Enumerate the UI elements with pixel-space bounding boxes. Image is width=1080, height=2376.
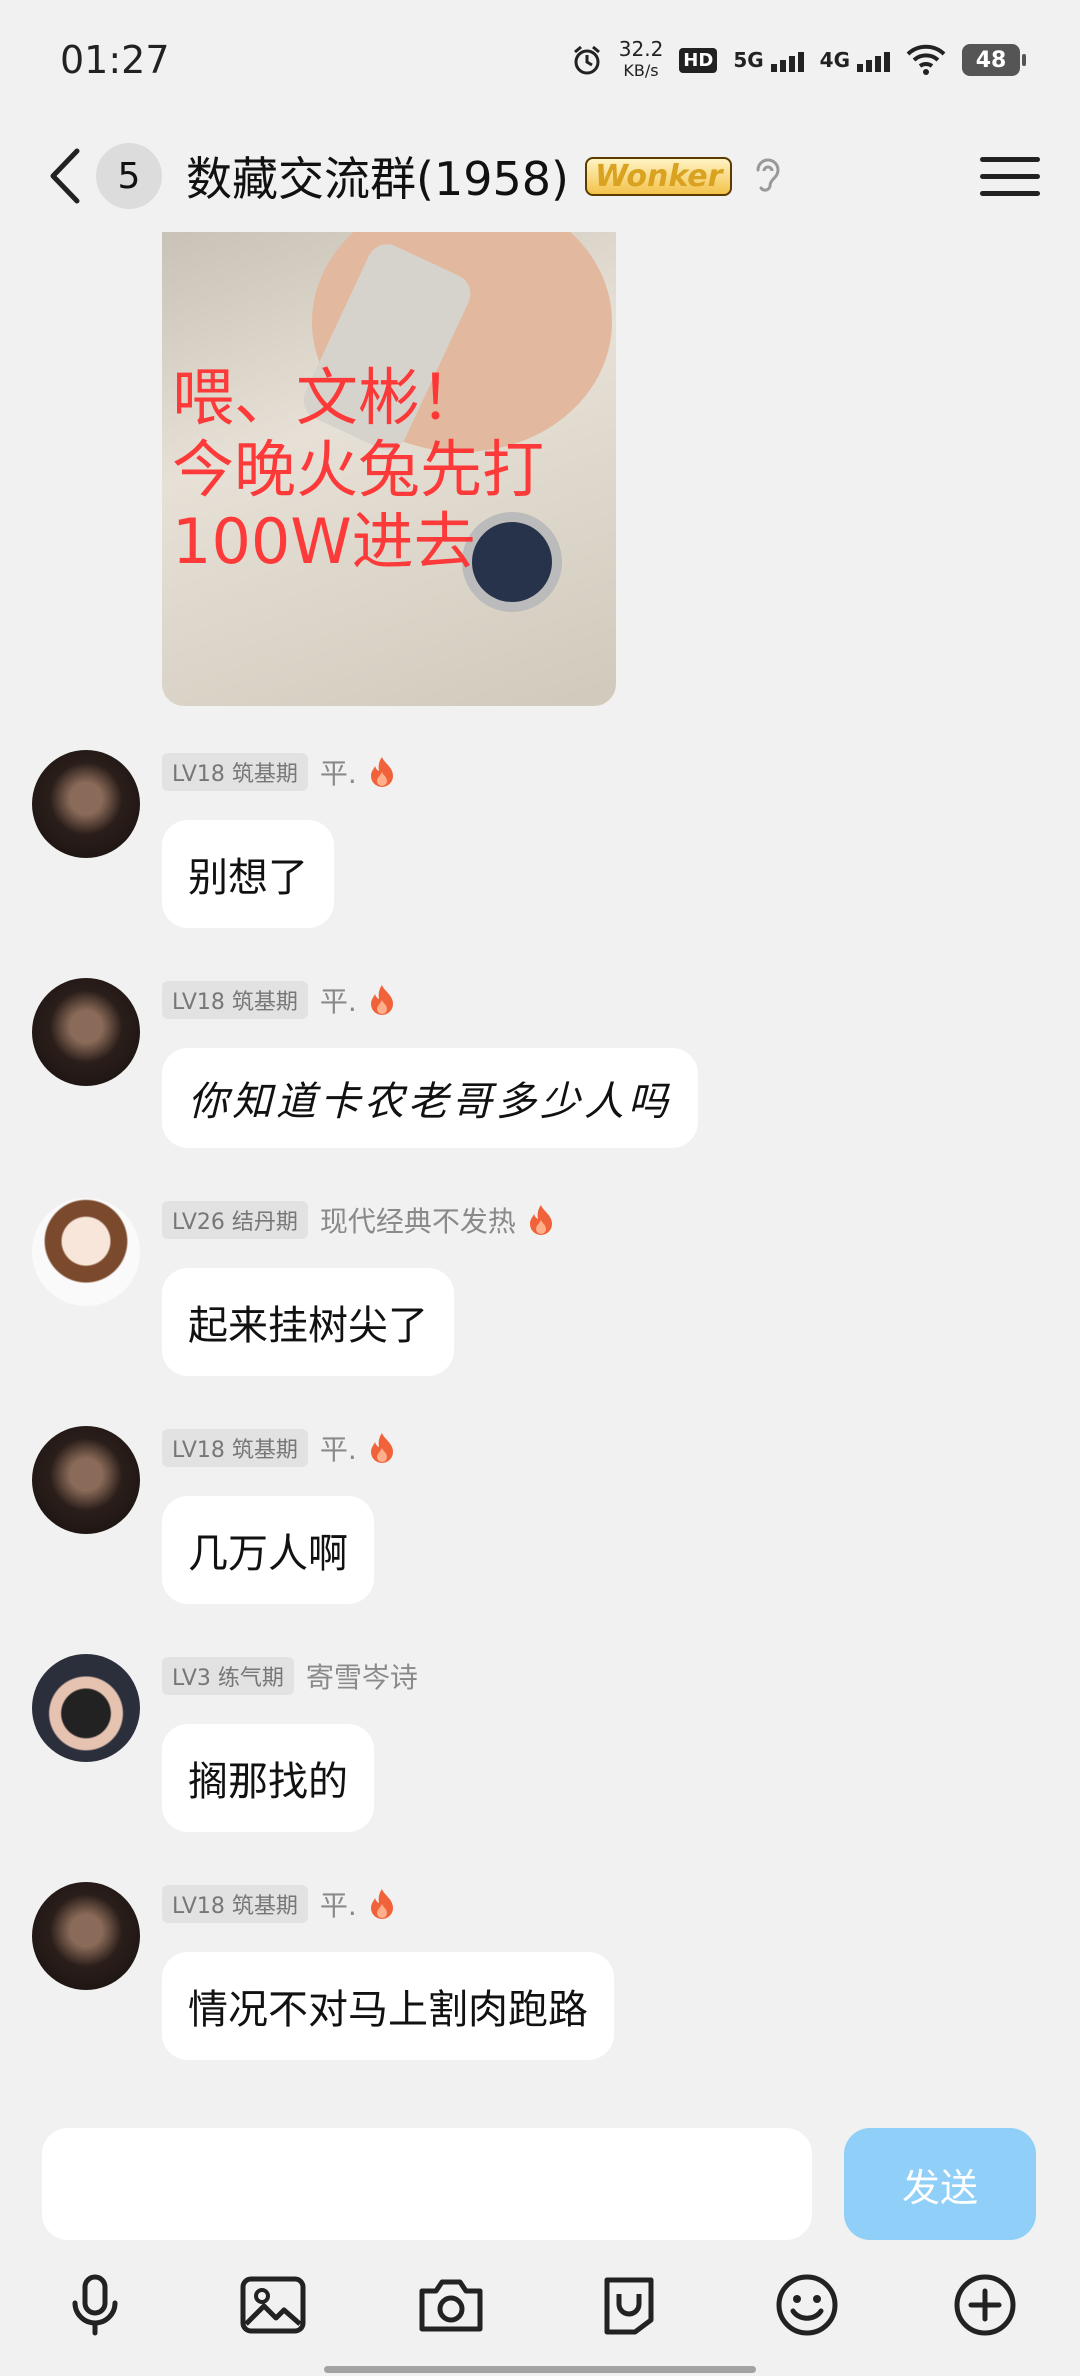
more-button[interactable] <box>950 2270 1020 2340</box>
chat-message-list[interactable]: 喂、文彬！ 今晚火兔先打 100W进去 LV18 筑基期 平. 别想了 LV18… <box>0 232 1080 2112</box>
back-button[interactable] <box>40 141 88 211</box>
unread-count-badge[interactable]: 5 <box>96 143 162 209</box>
message-bubble[interactable]: 起来挂树尖了 <box>162 1268 454 1376</box>
nickname[interactable]: 寄雪岑诗 <box>306 1656 418 1696</box>
status-bar: 01:27 32.2 KB/s HD 5G 4G 48 <box>0 0 1080 120</box>
chevron-left-icon <box>50 148 80 204</box>
avatar[interactable] <box>32 1882 140 1990</box>
status-time: 01:27 <box>60 38 170 82</box>
nickname[interactable]: 平. <box>320 980 357 1020</box>
menu-line <box>980 156 1040 162</box>
composer: 发送 <box>0 2112 1080 2242</box>
level-badge: LV18 筑基期 <box>162 753 308 791</box>
nickname[interactable]: 平. <box>320 1884 357 1924</box>
image-icon <box>240 2276 306 2334</box>
message-meta: LV3 练气期 寄雪岑诗 <box>162 1656 418 1696</box>
emoji-icon <box>776 2274 838 2336</box>
message-bubble[interactable]: 搁那找的 <box>162 1724 374 1832</box>
wifi-icon <box>906 44 946 75</box>
home-indicator[interactable] <box>324 2366 756 2373</box>
image-message[interactable]: 喂、文彬！ 今晚火兔先打 100W进去 <box>162 232 616 706</box>
message-meta: LV18 筑基期 平. <box>162 1884 395 1924</box>
menu-line <box>980 190 1040 196</box>
message-meta: LV26 结丹期 现代经典不发热 <box>162 1200 554 1240</box>
avatar[interactable] <box>32 750 140 858</box>
net-speed-unit: KB/s <box>623 61 659 80</box>
alarm-icon <box>573 45 600 75</box>
menu-button[interactable] <box>980 146 1040 206</box>
signal-4g-icon: 4G <box>820 48 890 72</box>
chat-header: 5 数藏交流群(1958) Wonker <box>0 120 1080 232</box>
send-button[interactable]: 发送 <box>844 2128 1036 2240</box>
plus-icon <box>954 2274 1016 2336</box>
avatar[interactable] <box>32 1426 140 1534</box>
message-bubble[interactable]: 情况不对马上割肉跑路 <box>162 1952 614 2060</box>
fire-icon <box>370 757 393 787</box>
photo-button[interactable] <box>238 2270 308 2340</box>
emoji-button[interactable] <box>772 2270 842 2340</box>
message-bubble[interactable]: 别想了 <box>162 820 334 928</box>
image-caption: 喂、文彬！ 今晚火兔先打 100W进去 <box>172 361 545 578</box>
level-badge: LV18 筑基期 <box>162 981 308 1019</box>
avatar[interactable] <box>32 978 140 1086</box>
avatar[interactable] <box>32 1198 140 1306</box>
level-badge: LV26 结丹期 <box>162 1201 308 1239</box>
menu-line <box>980 173 1040 179</box>
message-bubble[interactable]: 你知道卡农老哥多少人吗 <box>162 1048 698 1148</box>
fire-icon <box>370 1889 393 1919</box>
camera-icon <box>419 2279 483 2332</box>
level-badge: LV18 筑基期 <box>162 1429 308 1467</box>
level-badge: LV18 筑基期 <box>162 1885 308 1923</box>
battery-icon: 48 <box>962 44 1026 76</box>
hd-icon: HD <box>679 47 718 73</box>
fire-icon <box>370 985 393 1015</box>
message-input[interactable] <box>42 2128 812 2240</box>
message-bubble[interactable]: 几万人啊 <box>162 1496 374 1604</box>
nickname[interactable]: 平. <box>320 752 357 792</box>
vip-badge: Wonker <box>584 156 733 196</box>
net-speed-value: 32.2 <box>618 37 664 61</box>
file-button[interactable] <box>594 2270 664 2340</box>
message-meta: LV18 筑基期 平. <box>162 752 395 792</box>
fire-icon <box>529 1205 552 1235</box>
composer-toolbar <box>0 2262 1080 2348</box>
battery-level: 48 <box>975 47 1007 73</box>
message-meta: LV18 筑基期 平. <box>162 980 395 1020</box>
ear-icon[interactable] <box>752 156 782 196</box>
group-title[interactable]: 数藏交流群(1958) <box>186 143 569 209</box>
fire-icon <box>370 1433 393 1463</box>
signal-5g-icon: 5G <box>733 48 804 72</box>
message-meta: LV18 筑基期 平. <box>162 1428 395 1468</box>
camera-button[interactable] <box>416 2270 486 2340</box>
file-icon <box>604 2277 654 2335</box>
microphone-icon <box>72 2274 118 2336</box>
nickname[interactable]: 平. <box>320 1428 357 1468</box>
voice-button[interactable] <box>60 2270 130 2340</box>
level-badge: LV3 练气期 <box>162 1657 294 1695</box>
avatar[interactable] <box>32 1654 140 1762</box>
nickname[interactable]: 现代经典不发热 <box>320 1200 516 1240</box>
status-icons: 32.2 KB/s HD 5G 4G 48 <box>571 38 1026 82</box>
network-speed: 32.2 KB/s <box>619 38 664 82</box>
